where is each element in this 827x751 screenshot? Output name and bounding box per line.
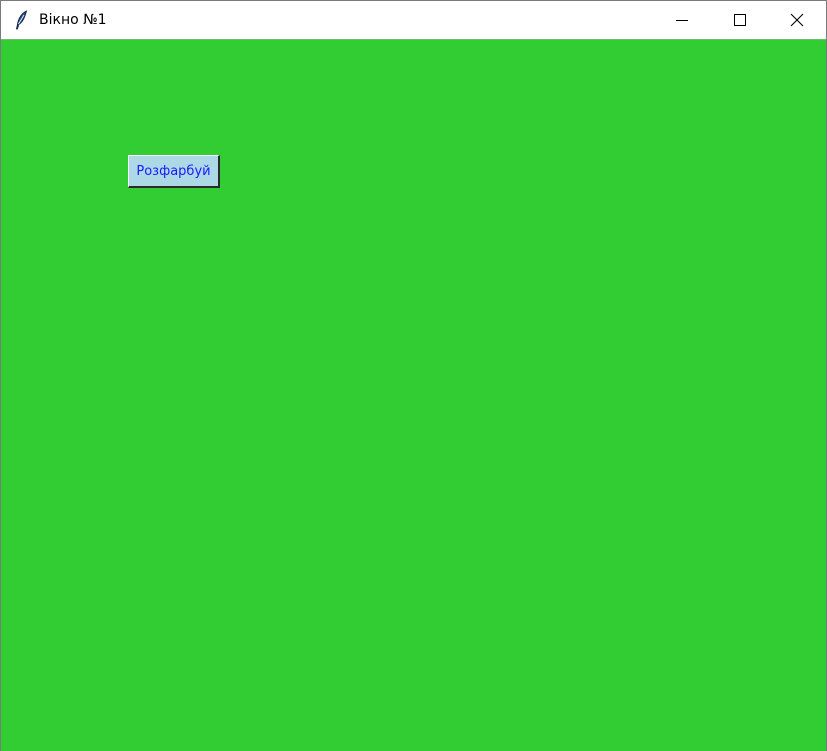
feather-icon: [14, 10, 30, 30]
title-bar[interactable]: Вікно №1: [1, 1, 826, 39]
close-button[interactable]: [768, 1, 826, 39]
maximize-button[interactable]: [711, 1, 769, 39]
paint-button[interactable]: Розфарбуй: [128, 155, 220, 188]
app-window: Вікно №1 Розфарбуй: [0, 0, 827, 751]
close-icon: [790, 13, 804, 27]
window-title: Вікно №1: [39, 12, 107, 28]
minimize-button[interactable]: [653, 1, 711, 39]
maximize-icon: [733, 13, 747, 27]
client-area: Розфарбуй: [1, 39, 826, 751]
minimize-icon: [675, 13, 689, 27]
